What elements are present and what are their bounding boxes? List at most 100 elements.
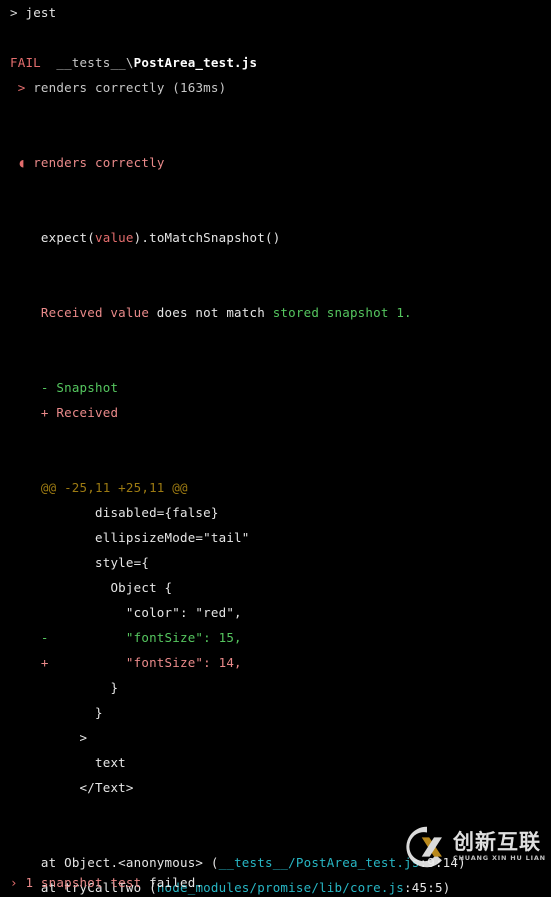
diff-line-text: > bbox=[48, 730, 88, 745]
legend-plus-marker: + bbox=[40, 405, 49, 420]
diff-legend-snapshot: - Snapshot bbox=[0, 375, 551, 400]
diff-line-text: style={ bbox=[48, 555, 150, 570]
stack-paren-close: ) bbox=[458, 855, 466, 870]
diff-line-text: Object { bbox=[48, 580, 173, 595]
diff-marker bbox=[10, 780, 49, 795]
failure-message: Received value does not match stored sna… bbox=[0, 300, 551, 325]
diff-line-text: } bbox=[48, 705, 103, 720]
stack-paren-close: ) bbox=[442, 880, 451, 895]
legend-minus-text: Snapshot bbox=[56, 380, 119, 395]
command-line: > jest bbox=[0, 0, 551, 25]
stack-paren-open: ( bbox=[210, 855, 219, 870]
diff-marker: + bbox=[10, 655, 49, 670]
diff-line-text: </Text> bbox=[48, 780, 134, 795]
diff-line-text: disabled={false} bbox=[48, 505, 219, 520]
test-name: renders correctly (163ms) bbox=[25, 80, 226, 95]
test-duration: (163ms) bbox=[172, 80, 227, 95]
diff-line-text: "fontSize": 14, bbox=[48, 655, 242, 670]
diff-legend-received: + Received bbox=[0, 400, 551, 425]
diff-marker bbox=[10, 530, 49, 545]
diff-line: Object { bbox=[0, 575, 551, 600]
diff-line-text: ellipsizeMode="tail" bbox=[48, 530, 250, 545]
prompt-chevron-icon: > bbox=[10, 5, 18, 20]
diff-line: disabled={false} bbox=[0, 500, 551, 525]
matcher-argument: value bbox=[95, 230, 134, 245]
matcher-expression: expect(value).toMatchSnapshot() bbox=[0, 225, 551, 250]
diff-line: } bbox=[0, 700, 551, 725]
diff-line-text: } bbox=[48, 680, 119, 695]
diff-marker bbox=[10, 580, 49, 595]
diff-marker bbox=[10, 505, 49, 520]
diff-line: ellipsizeMode="tail" bbox=[0, 525, 551, 550]
summary-chevron-icon: › bbox=[10, 875, 18, 890]
stack-location: :9:14 bbox=[419, 855, 459, 870]
legend-minus-marker: - bbox=[40, 380, 49, 395]
message-received: Received value bbox=[40, 305, 150, 320]
status-badge: FAIL bbox=[10, 55, 41, 70]
diff-marker bbox=[10, 605, 49, 620]
diff-marker bbox=[10, 705, 49, 720]
suite-file-name: PostArea_test.js bbox=[133, 55, 258, 70]
diff-marker bbox=[10, 555, 49, 570]
diff-marker bbox=[10, 730, 49, 745]
stack-indent bbox=[10, 855, 41, 870]
stack-location: :45:5 bbox=[404, 880, 443, 895]
suite-path-prefix: __tests__\ bbox=[56, 55, 134, 70]
failure-title: renders correctly bbox=[25, 155, 164, 170]
legend-plus-label: Received bbox=[49, 405, 119, 420]
stack-function-name: Object.<anonymous> bbox=[64, 855, 211, 870]
diff-line: - "fontSize": 15, bbox=[0, 625, 551, 650]
diff-marker bbox=[10, 680, 49, 695]
terminal-window: > jest FAIL __tests__\PostArea_test.js >… bbox=[0, 0, 551, 897]
message-stored: stored snapshot 1. bbox=[272, 305, 412, 320]
stack-at-keyword: at bbox=[40, 855, 65, 870]
test-result-line: > renders correctly (163ms) bbox=[0, 75, 551, 100]
diff-line: + "fontSize": 14, bbox=[0, 650, 551, 675]
legend-plus-text: Received bbox=[56, 405, 119, 420]
stack-file-path: __tests__/PostArea_test.js bbox=[218, 855, 420, 870]
diff-line: > bbox=[0, 725, 551, 750]
diff-line-text: "color": "red", bbox=[48, 605, 242, 620]
diff-line: } bbox=[0, 675, 551, 700]
message-middle: does not match bbox=[149, 305, 273, 320]
diff-marker bbox=[10, 755, 49, 770]
diff-line: text bbox=[0, 750, 551, 775]
diff-line: "color": "red", bbox=[0, 600, 551, 625]
hunk-header-text: @@ -25,11 +25,11 @@ bbox=[40, 480, 188, 495]
suite-header: FAIL __tests__\PostArea_test.js bbox=[0, 50, 551, 75]
diff-body: disabled={false} ellipsizeMode="tail" st… bbox=[0, 500, 551, 800]
matcher-prefix: expect( bbox=[40, 230, 95, 245]
matcher-suffix: ).toMatchSnapshot() bbox=[133, 230, 281, 245]
summary-rest: failed. bbox=[141, 875, 204, 890]
diff-hunk-header: @@ -25,11 +25,11 @@ bbox=[0, 475, 551, 500]
diff-line-text: "fontSize": 15, bbox=[48, 630, 242, 645]
summary-line: › 1 snapshot test failed. bbox=[0, 870, 203, 895]
command-name: jest bbox=[25, 5, 57, 20]
legend-minus-label: Snapshot bbox=[49, 380, 119, 395]
failure-title-text: renders correctly bbox=[33, 155, 165, 170]
summary-highlight-text: 1 snapshot test bbox=[25, 875, 142, 890]
diff-line: style={ bbox=[0, 550, 551, 575]
diff-marker: - bbox=[10, 630, 49, 645]
